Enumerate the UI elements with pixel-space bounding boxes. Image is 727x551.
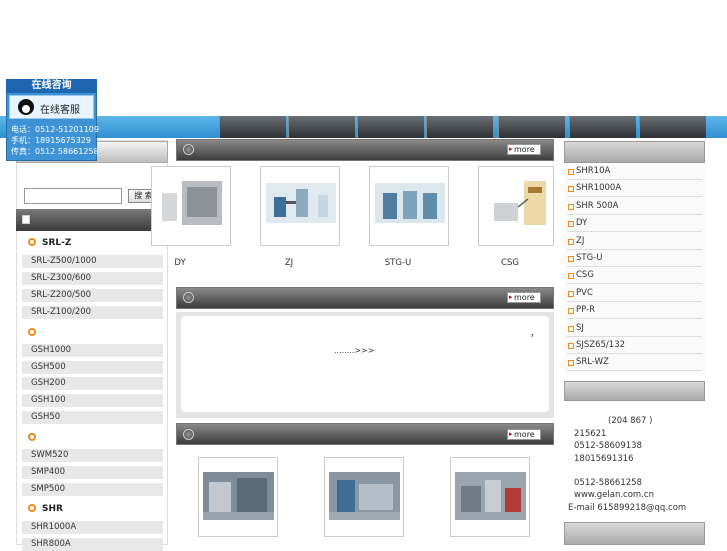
right-list-item[interactable]: STG-U (567, 250, 702, 267)
category-title-gsh[interactable] (28, 328, 42, 338)
contact-address: (204 867 ) (608, 416, 653, 426)
category-item[interactable]: SRL-Z200/500 (22, 289, 163, 302)
photo-image (455, 472, 526, 520)
page-icon (22, 215, 30, 224)
right-list-item[interactable]: CSG (567, 267, 702, 284)
product-label[interactable]: STG-U (358, 258, 438, 268)
search-input[interactable] (24, 188, 122, 204)
category-item[interactable]: SHR1000A (22, 521, 163, 534)
category-item[interactable]: GSH50 (22, 411, 163, 424)
category-title-shr[interactable]: SHR (28, 504, 63, 514)
category-item[interactable]: SWM520 (22, 449, 163, 462)
news-section-header (176, 287, 554, 309)
right-list-item[interactable]: SJSZ65/132 (567, 337, 702, 354)
qq-penguin-icon[interactable] (18, 99, 34, 115)
online-service-header: 在线咨询 (6, 79, 97, 93)
right-list-item[interactable]: DY (567, 215, 702, 232)
right-list-header (564, 141, 705, 163)
nav-tab-3[interactable] (357, 116, 424, 138)
nav-tab-4[interactable] (426, 116, 493, 138)
photos-more-link[interactable]: more (507, 429, 541, 440)
right-list-item[interactable]: PP-R (567, 302, 702, 319)
contact-website[interactable]: www.gelan.com.cn (574, 490, 654, 500)
photos-section-header (176, 423, 554, 445)
nav-tab-1[interactable] (219, 116, 286, 138)
products-section-header (176, 139, 554, 161)
product-thumbnail-dy[interactable] (151, 166, 231, 246)
chat-fax: 传真：0512 58661258 (11, 147, 99, 156)
contact-postcode: 215621 (574, 429, 607, 439)
section-disc-icon (183, 144, 194, 155)
photo-image (329, 472, 400, 520)
product-thumbnail-stg-u[interactable] (369, 166, 449, 246)
category-item[interactable]: SMP500 (22, 483, 163, 496)
product-image (375, 183, 445, 223)
nav-tab-7[interactable] (639, 116, 706, 138)
product-thumbnail-csg[interactable] (478, 166, 554, 246)
right-list-item[interactable]: PVC (567, 285, 702, 302)
product-image (494, 181, 546, 225)
category-item[interactable]: GSH500 (22, 361, 163, 374)
contact-header (564, 381, 705, 401)
right-list-item[interactable]: SHR1000A (567, 180, 702, 197)
news-content (181, 316, 549, 412)
nav-tab-6[interactable] (569, 116, 636, 138)
contact-email[interactable]: E-mail 615899218@qq.com (568, 503, 686, 513)
news-text: ， (530, 329, 540, 339)
section-disc-icon (183, 292, 194, 303)
contact-fax: 0512-58661258 (574, 478, 642, 488)
contact-tel: 0512-58609138 (574, 441, 642, 451)
contact-mobile: 18015691316 (574, 454, 634, 464)
category-item[interactable]: GSH100 (22, 394, 163, 407)
right-list-item[interactable]: SHR10A (567, 163, 702, 180)
right-list-item[interactable]: SRL-WZ (567, 354, 702, 371)
online-service-label[interactable]: 在线客服 (40, 101, 80, 116)
right-bottom-header (564, 522, 705, 545)
chat-phone: 电话：0512-51201109 (11, 125, 99, 134)
product-label[interactable]: DY (140, 258, 220, 268)
factory-photo[interactable] (198, 457, 278, 537)
bullet-icon (28, 504, 36, 512)
news-more-link[interactable]: more (507, 292, 541, 303)
product-label[interactable]: ZJ (249, 258, 329, 268)
chat-mobile: 手机：18915675329 (11, 136, 91, 145)
category-item[interactable]: SMP400 (22, 466, 163, 479)
products-more-link[interactable]: more (507, 144, 541, 155)
product-label[interactable]: CSG (470, 258, 550, 268)
factory-photo[interactable] (324, 457, 404, 537)
category-item[interactable]: GSH200 (22, 377, 163, 390)
product-image (266, 183, 336, 223)
news-read-more-link[interactable]: ........>>> (334, 346, 374, 355)
product-thumbnail-zj[interactable] (260, 166, 340, 246)
category-item[interactable]: GSH1000 (22, 344, 163, 357)
section-disc-icon (183, 429, 194, 440)
category-header (16, 209, 168, 231)
category-item[interactable]: SRL-Z100/200 (22, 306, 163, 319)
nav-tab-5[interactable] (498, 116, 565, 138)
factory-photo[interactable] (450, 457, 530, 537)
photo-image (203, 472, 274, 520)
nav-tab-2[interactable] (288, 116, 355, 138)
product-image (162, 181, 222, 225)
category-item[interactable]: SRL-Z300/600 (22, 272, 163, 285)
right-list-item[interactable]: ZJ (567, 233, 702, 250)
right-list-item[interactable]: SJ (567, 320, 702, 337)
category-title-smp[interactable] (28, 433, 42, 443)
bullet-icon (28, 238, 36, 246)
category-title-srl-z[interactable]: SRL-Z (28, 238, 71, 248)
right-list-item[interactable]: SHR 500A (567, 198, 702, 215)
bullet-icon (28, 433, 36, 441)
bullet-icon (28, 328, 36, 336)
